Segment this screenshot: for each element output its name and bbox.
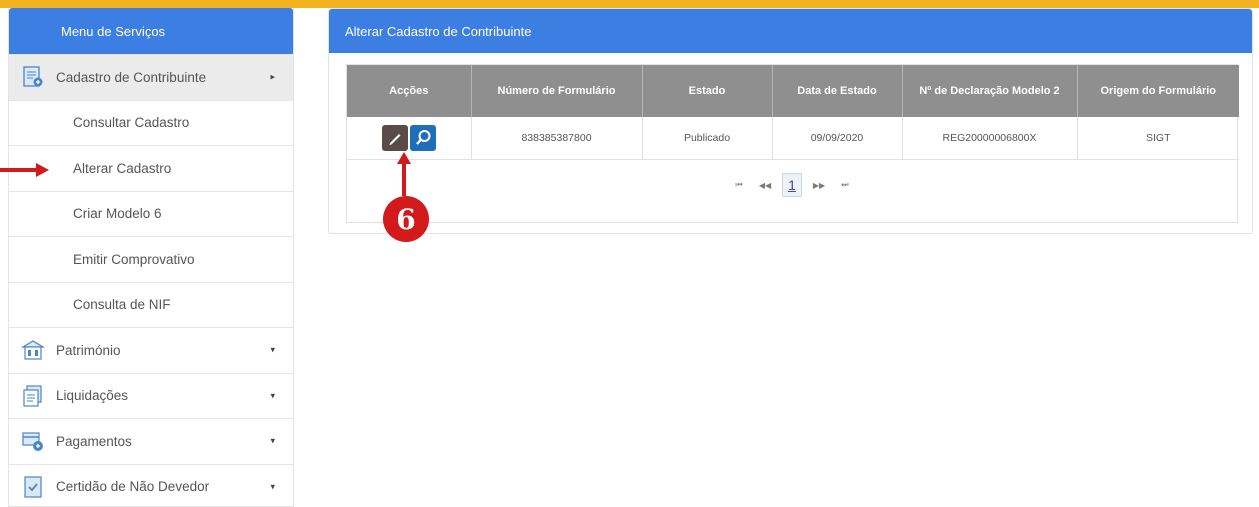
top-accent-bar xyxy=(0,0,1259,8)
sidebar-item-cadastro-contribuinte[interactable]: Cadastro de Contribuinte ▸ xyxy=(9,54,293,100)
certificate-icon xyxy=(24,476,42,498)
origin-cell: SIGT xyxy=(1077,117,1239,160)
form-icon xyxy=(23,66,43,87)
column-header: Origem do Formulário xyxy=(1077,65,1239,117)
payment-icon xyxy=(22,432,43,452)
chevron-right-icon: ▸ xyxy=(270,71,275,82)
pagination: ⏮ ◀◀ 1 ▶▶ ⏭ xyxy=(347,160,1237,210)
form-number-cell: 838385387800 xyxy=(471,117,643,160)
last-page-button[interactable]: ⏭ xyxy=(836,180,854,190)
sidebar-item-label: Certidão de Não Devedor xyxy=(56,479,210,495)
panel-title: Alterar Cadastro de Contribuinte xyxy=(329,9,1252,53)
sidebar-item-liquidacoes[interactable]: Liquidações ▾ xyxy=(9,372,293,419)
submenu-label: Consulta de NIF xyxy=(73,297,171,313)
table-row: 838385387800 Publicado 09/09/2020 REG200… xyxy=(347,117,1239,160)
first-page-button[interactable]: ⏮ xyxy=(730,180,748,190)
alterar-cadastro-panel: Alterar Cadastro de Contribuinte Acções … xyxy=(328,8,1253,234)
annotation-arrow-right-icon xyxy=(0,163,49,177)
view-button[interactable] xyxy=(409,124,436,151)
column-header: Nº de Declaração Modelo 2 xyxy=(902,65,1078,117)
pencil-icon xyxy=(389,133,401,145)
submenu-emitir-comprovativo[interactable]: Emitir Comprovativo xyxy=(9,236,293,282)
building-icon xyxy=(21,340,45,360)
chevron-down-icon: ▾ xyxy=(270,435,275,446)
sidebar-item-label: Cadastro de Contribuinte xyxy=(56,69,207,85)
magnifier-icon xyxy=(415,129,431,145)
forms-table: Acções Número de Formulário Estado Data … xyxy=(346,64,1239,223)
column-header: Data de Estado xyxy=(772,65,903,117)
sidebar-item-certidao-nao-devedor[interactable]: Certidão de Não Devedor ▾ xyxy=(9,463,293,507)
submenu-label: Emitir Comprovativo xyxy=(73,251,195,267)
edit-button[interactable] xyxy=(381,124,408,151)
sidebar-item-label: Património xyxy=(56,342,121,358)
submenu-label: Consultar Cadastro xyxy=(73,115,190,131)
sidebar-item-label: Liquidações xyxy=(56,388,129,404)
status-date-cell: 09/09/2020 xyxy=(772,117,903,160)
sidebar-item-patrimonio[interactable]: Património ▾ xyxy=(9,327,293,373)
submenu-criar-modelo-6[interactable]: Criar Modelo 6 xyxy=(9,190,293,237)
column-header: Acções xyxy=(347,65,472,117)
previous-page-button[interactable]: ◀◀ xyxy=(756,181,774,190)
step-number-badge: 6 xyxy=(383,196,429,242)
column-header: Estado xyxy=(642,65,773,117)
column-header: Número de Formulário xyxy=(471,65,643,117)
submenu-label: Alterar Cadastro xyxy=(73,160,172,176)
sidebar-item-pagamentos[interactable]: Pagamentos ▾ xyxy=(9,418,293,464)
submenu-consulta-nif[interactable]: Consulta de NIF xyxy=(9,281,293,328)
chevron-down-icon: ▾ xyxy=(270,481,275,492)
chevron-down-icon: ▾ xyxy=(270,390,275,401)
next-page-button[interactable]: ▶▶ xyxy=(810,181,828,190)
submenu-alterar-cadastro[interactable]: Alterar Cadastro xyxy=(9,145,293,191)
submenu-label: Criar Modelo 6 xyxy=(73,206,162,222)
menu-title: Menu de Serviços xyxy=(9,8,293,54)
sidebar-item-label: Pagamentos xyxy=(56,433,132,449)
status-cell: Publicado xyxy=(642,117,773,160)
current-page[interactable]: 1 xyxy=(782,173,802,197)
declaration-number-cell: REG20000006800X xyxy=(902,117,1078,160)
submenu-consultar-cadastro[interactable]: Consultar Cadastro xyxy=(9,99,293,146)
services-menu: Menu de Serviços Cadastro de Contribuint… xyxy=(8,8,294,507)
annotation-arrow-up-icon xyxy=(397,152,411,196)
document-stack-icon xyxy=(23,385,42,407)
table-header-row: Acções Número de Formulário Estado Data … xyxy=(347,65,1239,117)
chevron-down-icon: ▾ xyxy=(270,344,275,355)
